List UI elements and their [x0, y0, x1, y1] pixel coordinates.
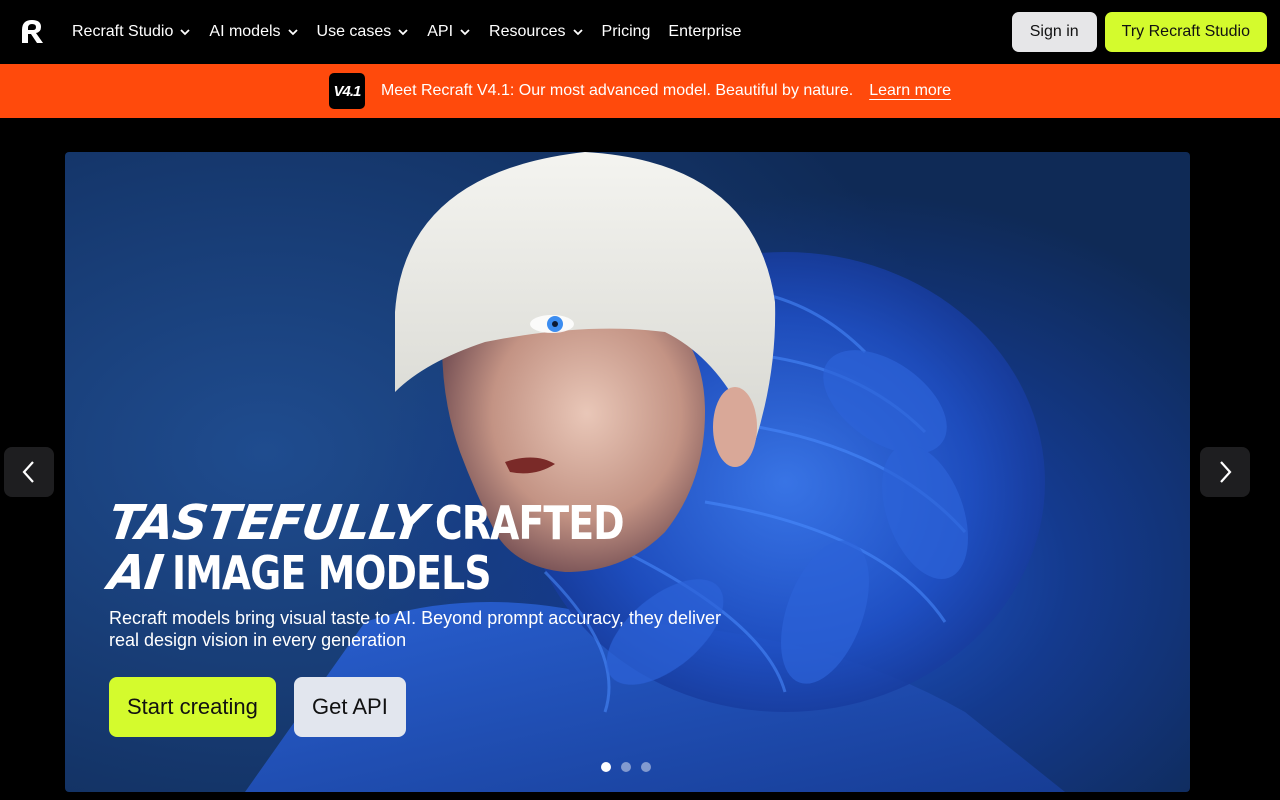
carousel-prev-button[interactable] — [4, 447, 54, 497]
nav-item-label: Recraft Studio — [72, 23, 174, 40]
announcement-banner: V4.1 Meet Recraft V4.1: Our most advance… — [0, 64, 1280, 118]
nav-item-label: API — [427, 23, 454, 40]
carousel-next-button[interactable] — [1200, 447, 1250, 497]
hero-headline: TASTEFULLY CRAFTED AI IMAGE MODELS — [105, 495, 666, 601]
banner-text: Meet Recraft V4.1: Our most advanced mod… — [380, 82, 854, 99]
nav-item-api[interactable]: API — [427, 23, 471, 41]
chevron-down-icon — [460, 29, 470, 36]
recraft-logo[interactable] — [19, 18, 45, 44]
carousel-dots — [601, 762, 661, 772]
try-studio-button[interactable]: Try Recraft Studio — [1104, 12, 1267, 52]
nav-item-resources[interactable]: Resources — [489, 23, 583, 41]
carousel-dot-2[interactable] — [621, 762, 631, 772]
version-badge: V4.1 — [328, 73, 365, 109]
headline-word: TASTEFULLY — [105, 495, 430, 551]
nav-item-use-cases[interactable]: Use cases — [317, 23, 410, 41]
carousel-dot-1[interactable] — [601, 762, 611, 772]
learn-more-link[interactable]: Learn more — [869, 82, 951, 100]
hero-subtext: Recraft models bring visual taste to AI.… — [109, 608, 721, 650]
nav-item-label: AI models — [209, 23, 281, 40]
chevron-down-icon — [180, 29, 191, 36]
headline-word: IMAGE MODELS — [172, 546, 491, 600]
sign-in-button[interactable]: Sign in — [1011, 12, 1097, 52]
nav-item-pricing[interactable]: Pricing — [602, 23, 651, 41]
top-navbar: Recraft Studio AI models Use cases API R… — [0, 0, 1280, 64]
nav-item-ai-models[interactable]: AI models — [209, 23, 298, 41]
chevron-right-icon — [1220, 461, 1232, 483]
nav-item-enterprise[interactable]: Enterprise — [668, 23, 741, 41]
chevron-left-icon — [22, 461, 34, 483]
start-creating-button[interactable]: Start creating — [109, 677, 276, 737]
headline-word: AI — [105, 545, 166, 601]
hero-slide: TASTEFULLY CRAFTED AI IMAGE MODELS Recra… — [65, 152, 1190, 792]
headline-word: CRAFTED — [435, 496, 625, 550]
nav-item-label: Enterprise — [668, 23, 742, 40]
nav-item-label: Use cases — [316, 23, 392, 40]
nav-links: Recraft Studio AI models Use cases API R… — [72, 0, 759, 64]
nav-actions: Sign in Try Recraft Studio — [1011, 12, 1267, 52]
nav-item-label: Pricing — [601, 23, 651, 40]
carousel-dot-3[interactable] — [641, 762, 651, 772]
get-api-button[interactable]: Get API — [294, 677, 406, 737]
chevron-down-icon — [398, 29, 408, 36]
nav-item-label: Resources — [489, 23, 566, 40]
chevron-down-icon — [572, 29, 583, 36]
chevron-down-icon — [287, 29, 298, 36]
nav-item-recraft-studio[interactable]: Recraft Studio — [72, 23, 191, 41]
